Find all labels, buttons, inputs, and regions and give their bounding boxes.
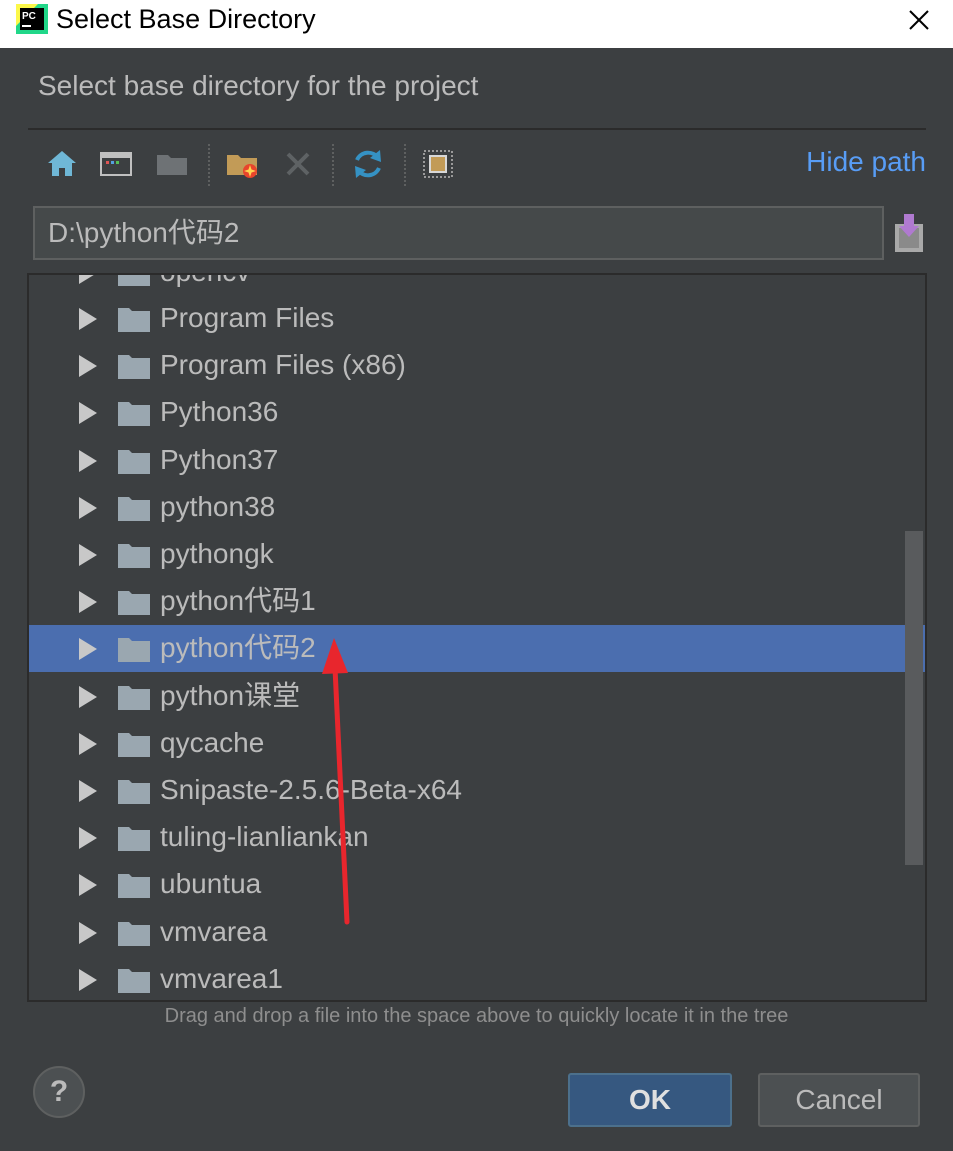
tree-item[interactable]: Snipaste-2.5.6-Beta-x64: [29, 767, 925, 814]
home-icon[interactable]: [44, 146, 80, 182]
ok-button[interactable]: OK: [568, 1073, 732, 1127]
tree-item[interactable]: python38: [29, 484, 925, 531]
close-icon[interactable]: [901, 2, 935, 36]
tree-item[interactable]: tuling-lianliankan: [29, 814, 925, 861]
toolbar: [40, 140, 480, 190]
tree-item[interactable]: Python36: [29, 389, 925, 436]
tree-item-label: python代码1: [160, 585, 316, 617]
tree-item[interactable]: opencv: [29, 275, 925, 296]
project-folder-icon[interactable]: [154, 146, 190, 182]
tree-item[interactable]: python代码2: [29, 625, 925, 673]
folder-icon: [118, 402, 150, 427]
expand-arrow-icon[interactable]: [79, 732, 97, 755]
drag-drop-hint: Drag and drop a file into the space abov…: [164, 1005, 789, 1027]
tree-item-label: Python37: [160, 443, 279, 475]
folder-icon: [118, 685, 150, 710]
path-input[interactable]: D:\python代码2: [33, 206, 884, 260]
folder-icon: [118, 496, 150, 521]
expand-arrow-icon[interactable]: [79, 275, 97, 284]
tree-item-label: Program Files (x86): [160, 349, 406, 381]
separator: [28, 128, 926, 130]
expand-arrow-icon[interactable]: [79, 449, 97, 472]
path-history-icon[interactable]: [892, 212, 926, 254]
tree-item-label: python课堂: [160, 679, 301, 711]
pycharm-logo-icon: PC: [16, 4, 48, 34]
folder-icon: [118, 921, 150, 946]
tree-item-label: Python36: [160, 396, 279, 428]
expand-arrow-icon[interactable]: [79, 355, 97, 378]
directory-tree[interactable]: opencv Program Files Program Files (x86) P…: [27, 273, 927, 1002]
tree-item-label: qycache: [160, 726, 265, 758]
folder-icon: [118, 638, 150, 663]
folder-icon: [118, 308, 150, 332]
expand-arrow-icon[interactable]: [79, 496, 97, 519]
expand-arrow-icon[interactable]: [79, 685, 97, 708]
tree-item-label: tuling-lianliankan: [160, 821, 369, 853]
tree-item[interactable]: Program Files: [29, 295, 925, 342]
tree-item-label: python38: [160, 490, 276, 522]
hide-path-link[interactable]: Hide path: [806, 146, 926, 178]
folder-icon: [118, 591, 150, 616]
cancel-button[interactable]: Cancel: [758, 1073, 920, 1127]
toolbar-divider: [404, 144, 406, 186]
tree-item[interactable]: python代码1: [29, 578, 925, 625]
expand-arrow-icon[interactable]: [79, 968, 97, 991]
tree-item[interactable]: qycache: [29, 720, 925, 767]
help-button[interactable]: ?: [33, 1066, 85, 1118]
folder-icon: [118, 449, 150, 474]
tree-item-label: Program Files: [160, 302, 335, 333]
tree-item-label: vmvarea1: [160, 962, 283, 994]
folder-icon: [118, 355, 150, 380]
folder-icon: [118, 732, 150, 757]
expand-arrow-icon[interactable]: [79, 874, 97, 897]
new-folder-icon[interactable]: [224, 146, 260, 182]
folder-icon: [118, 275, 150, 286]
tree-item-label: python代码2: [160, 632, 316, 664]
tree-item[interactable]: python课堂: [29, 673, 925, 720]
tree-item[interactable]: Python37: [29, 437, 925, 484]
expand-arrow-icon[interactable]: [79, 544, 97, 566]
folder-icon: [118, 780, 150, 804]
window-title: Select Base Directory: [56, 4, 316, 34]
tree-scrollbar[interactable]: [905, 531, 923, 865]
folder-icon: [118, 874, 150, 899]
desktop-icon[interactable]: [98, 146, 134, 182]
tree-item[interactable]: Program Files (x86): [29, 342, 925, 389]
folder-icon: [118, 544, 150, 568]
tree-item-label: Snipaste-2.5.6-Beta-x64: [160, 774, 462, 805]
tree-item-label: opencv: [160, 275, 250, 292]
toolbar-divider: [208, 144, 210, 186]
expand-arrow-icon[interactable]: [79, 638, 97, 661]
tree-item[interactable]: pythongk: [29, 531, 925, 578]
svg-text:PC: PC: [22, 11, 36, 22]
refresh-icon[interactable]: [350, 146, 386, 182]
toolbar-divider: [332, 144, 334, 186]
delete-icon[interactable]: [280, 146, 316, 182]
tree-item-label: ubuntua: [160, 868, 262, 900]
tree-item[interactable]: vmvarea1: [29, 956, 925, 1000]
tree-item-label: pythongk: [160, 538, 274, 569]
folder-icon: [118, 827, 150, 852]
tree-item[interactable]: vmvarea: [29, 909, 925, 956]
expand-arrow-icon[interactable]: [79, 780, 97, 802]
show-hidden-icon[interactable]: [420, 146, 456, 182]
folder-icon: [118, 968, 150, 993]
dialog-description: Select base directory for the project: [38, 70, 479, 101]
expand-arrow-icon[interactable]: [79, 827, 97, 850]
title-bar: PC Select Base Directory: [0, 0, 953, 48]
expand-arrow-icon[interactable]: [79, 308, 97, 330]
expand-arrow-icon[interactable]: [79, 921, 97, 944]
expand-arrow-icon[interactable]: [79, 402, 97, 425]
tree-item-label: vmvarea: [160, 915, 268, 947]
expand-arrow-icon[interactable]: [79, 591, 97, 614]
tree-item[interactable]: ubuntua: [29, 861, 925, 908]
